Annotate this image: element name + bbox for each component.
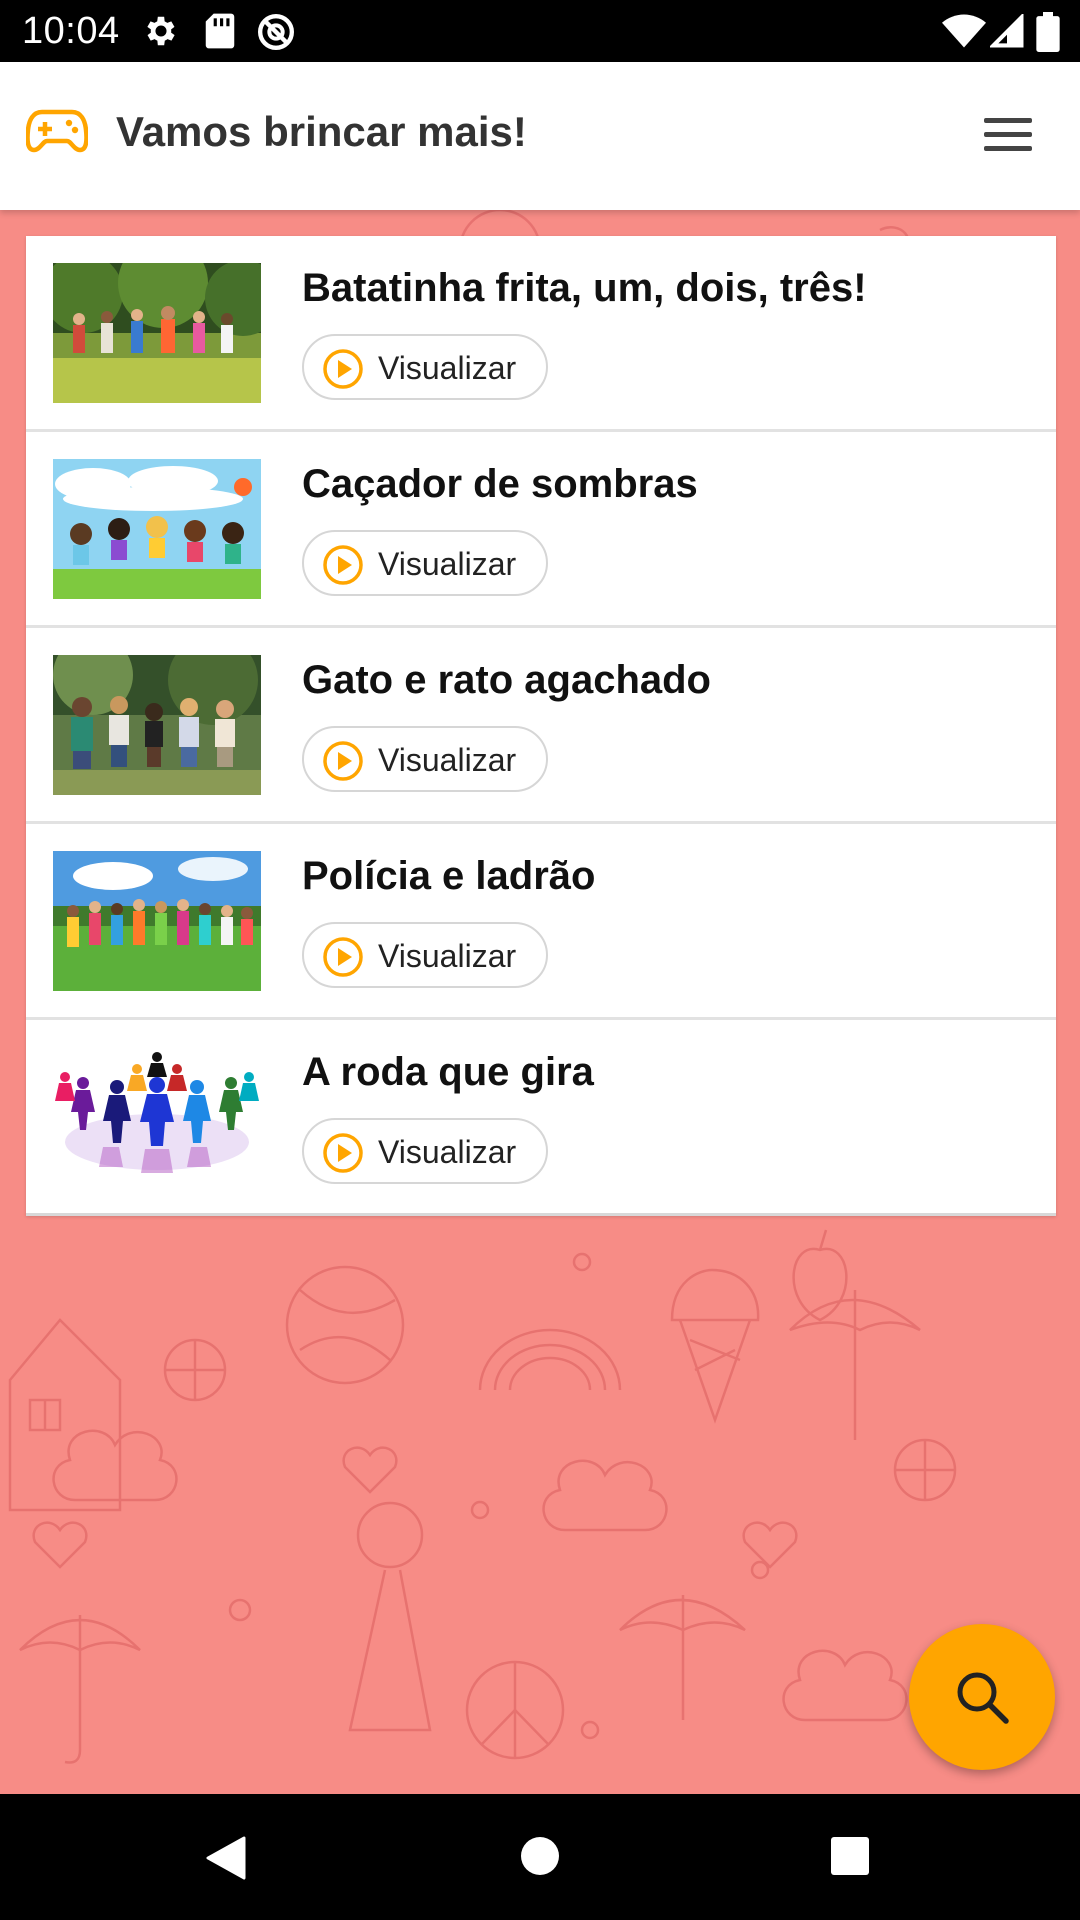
- list-item[interactable]: Caçador de sombras Visualizar: [26, 432, 1056, 628]
- play-circle-icon: [323, 349, 363, 389]
- home-icon[interactable]: [520, 1836, 560, 1876]
- do-not-disturb-icon: [258, 14, 294, 50]
- hamburger-menu-icon[interactable]: [980, 118, 1036, 154]
- recents-icon[interactable]: [830, 1836, 870, 1876]
- game-list: Batatinha frita, um, dois, três! Visuali…: [26, 236, 1056, 1216]
- app-bar: Vamos brincar mais!: [0, 62, 1080, 210]
- play-circle-icon: [323, 545, 363, 585]
- game-thumbnail: [53, 655, 261, 795]
- view-button[interactable]: Visualizar: [302, 726, 548, 792]
- view-button-label: Visualizar: [378, 546, 517, 582]
- view-button-label: Visualizar: [378, 350, 517, 386]
- play-circle-icon: [323, 1133, 363, 1173]
- view-button[interactable]: Visualizar: [302, 1118, 548, 1184]
- view-button-label: Visualizar: [378, 938, 517, 974]
- view-button[interactable]: Visualizar: [302, 530, 548, 596]
- game-thumbnail: [53, 1047, 261, 1187]
- play-circle-icon: [323, 937, 363, 977]
- game-thumbnail: [53, 459, 261, 599]
- play-circle-icon: [323, 741, 363, 781]
- game-title: Caçador de sombras: [302, 462, 698, 506]
- list-item[interactable]: Gato e rato agachado Visualizar: [26, 628, 1056, 824]
- status-bar: 10:04: [0, 0, 1080, 62]
- battery-icon: [1036, 12, 1060, 52]
- gamepad-icon: [26, 109, 88, 153]
- game-title: Gato e rato agachado: [302, 658, 711, 702]
- navigation-bar: [0, 1794, 1080, 1920]
- search-fab-button[interactable]: [909, 1624, 1055, 1770]
- game-title: Batatinha frita, um, dois, três!: [302, 266, 867, 310]
- list-item[interactable]: Polícia e ladrão Visualizar: [26, 824, 1056, 1020]
- status-time: 10:04: [22, 10, 120, 52]
- view-button[interactable]: Visualizar: [302, 334, 548, 400]
- view-button-label: Visualizar: [378, 742, 517, 778]
- app-title: Vamos brincar mais!: [116, 108, 527, 155]
- game-thumbnail: [53, 851, 261, 991]
- list-item[interactable]: Batatinha frita, um, dois, três! Visuali…: [26, 236, 1056, 432]
- cellular-signal-icon: [990, 14, 1024, 48]
- list-item[interactable]: A roda que gira Visualizar: [26, 1020, 1056, 1216]
- search-icon: [957, 1672, 1009, 1724]
- game-title: A roda que gira: [302, 1050, 594, 1094]
- sd-card-icon: [205, 13, 235, 49]
- game-thumbnail: [53, 263, 261, 403]
- game-title: Polícia e ladrão: [302, 854, 596, 898]
- wifi-icon: [942, 14, 986, 48]
- back-icon[interactable]: [204, 1834, 248, 1882]
- gear-icon: [147, 16, 175, 46]
- view-button-label: Visualizar: [378, 1134, 517, 1170]
- view-button[interactable]: Visualizar: [302, 922, 548, 988]
